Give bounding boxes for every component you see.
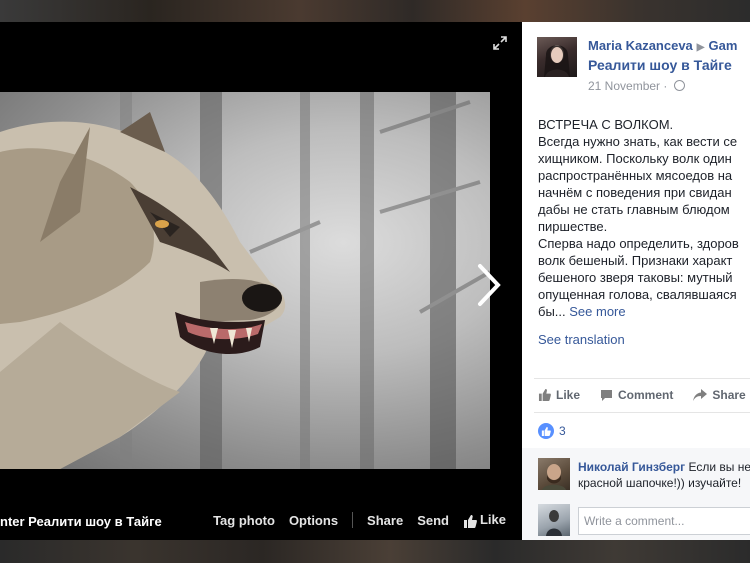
post-line: начнём с поведения при свидан (538, 185, 732, 200)
post-line-last: бы... See more (538, 303, 750, 320)
post-line: волк бешеный. Признаки характ (538, 253, 733, 268)
share-icon (693, 389, 708, 401)
comment-text-line1: Если вы не (688, 460, 750, 474)
post-share-label: Share (712, 388, 746, 402)
comment-input[interactable]: Write a comment... (578, 507, 750, 535)
post-body: ВСТРЕЧА С ВОЛКОМ. Всегда нужно знать, ка… (538, 116, 750, 320)
options-button[interactable]: Options (289, 513, 338, 528)
like-label: Like (479, 512, 506, 528)
divider (534, 378, 750, 379)
post-comment-label: Comment (618, 388, 674, 402)
post-line: Сперва надо определить, здоров (538, 236, 739, 251)
author-name[interactable]: Maria Kazanceva (588, 38, 693, 53)
photo-stage: nter Реалити шоу в Тайге Tag photo Optio… (0, 22, 522, 540)
reaction-count: 3 (559, 424, 566, 438)
post-like-label: Like (556, 388, 581, 402)
feed-backdrop-bottom (0, 540, 750, 563)
post-line: Всегда нужно знать, как вести се (538, 134, 738, 149)
group-name[interactable]: Реалити шоу в Тайге (588, 57, 732, 73)
commenter-name[interactable]: Николай Гинзберг (578, 460, 685, 474)
chevron-right-icon[interactable] (472, 260, 506, 310)
send-button[interactable]: Send (417, 513, 449, 528)
post-panel: Maria Kazanceva ▶ Gam Реалити шоу в Тайге … (522, 22, 750, 540)
thumbs-up-icon (538, 389, 551, 401)
truncated-text: бы... (538, 304, 566, 319)
tag-photo-button[interactable]: Tag photo (213, 513, 275, 528)
post-line: опущенная голова, свалявшаяся (538, 287, 737, 302)
post-actions: Like Comment Share (538, 388, 746, 402)
arrow-right-icon: ▶ (696, 42, 705, 53)
post-line: дабы не стать главным блюдом (538, 202, 730, 217)
thumbs-up-icon (463, 514, 477, 528)
divider (534, 412, 750, 413)
post-line: бешеного зверя таковы: мутный (538, 270, 733, 285)
divider (352, 512, 354, 528)
expand-icon[interactable] (492, 36, 508, 52)
group-link-prefix[interactable]: Gam (708, 38, 737, 53)
wolf-photo[interactable] (0, 92, 490, 469)
post-line: ВСТРЕЧА С ВОЛКОМ. (538, 117, 674, 132)
feed-backdrop-top (0, 0, 750, 22)
like-button[interactable]: Like (463, 512, 506, 528)
post-date: 21 November · (588, 79, 685, 93)
post-author-line: Maria Kazanceva ▶ Gam (588, 38, 737, 53)
comment: Николай Гинзберг Если вы не красной шапо… (578, 459, 750, 491)
comment-icon (601, 390, 613, 401)
reaction-summary[interactable]: 3 (538, 423, 566, 439)
photo-actions-bar: Tag photo Options Share Send Like (213, 512, 506, 528)
like-reaction-icon (538, 423, 554, 439)
comment-text-line2: красной шапочке!)) изучайте! (578, 476, 742, 490)
see-more-link[interactable]: See more (569, 304, 625, 319)
post-line: распространённых мясоедов на (538, 168, 733, 183)
post-like-button[interactable]: Like (538, 388, 580, 402)
post-share-button[interactable]: Share (693, 388, 746, 402)
share-button[interactable]: Share (367, 513, 403, 528)
post-line: пиршестве. (538, 219, 608, 234)
post-line: хищником. Поскольку волк один (538, 151, 732, 166)
comments-section: Николай Гинзберг Если вы не красной шапо… (522, 448, 750, 540)
post-comment-button[interactable]: Comment (600, 388, 673, 402)
post-date-text[interactable]: 21 November (588, 79, 660, 93)
avatar[interactable] (537, 37, 577, 77)
see-translation-link[interactable]: See translation (538, 332, 625, 347)
photo-caption[interactable]: nter Реалити шоу в Тайге (0, 514, 162, 529)
avatar[interactable] (538, 458, 570, 490)
my-avatar[interactable] (538, 504, 570, 536)
globe-icon (673, 80, 685, 91)
